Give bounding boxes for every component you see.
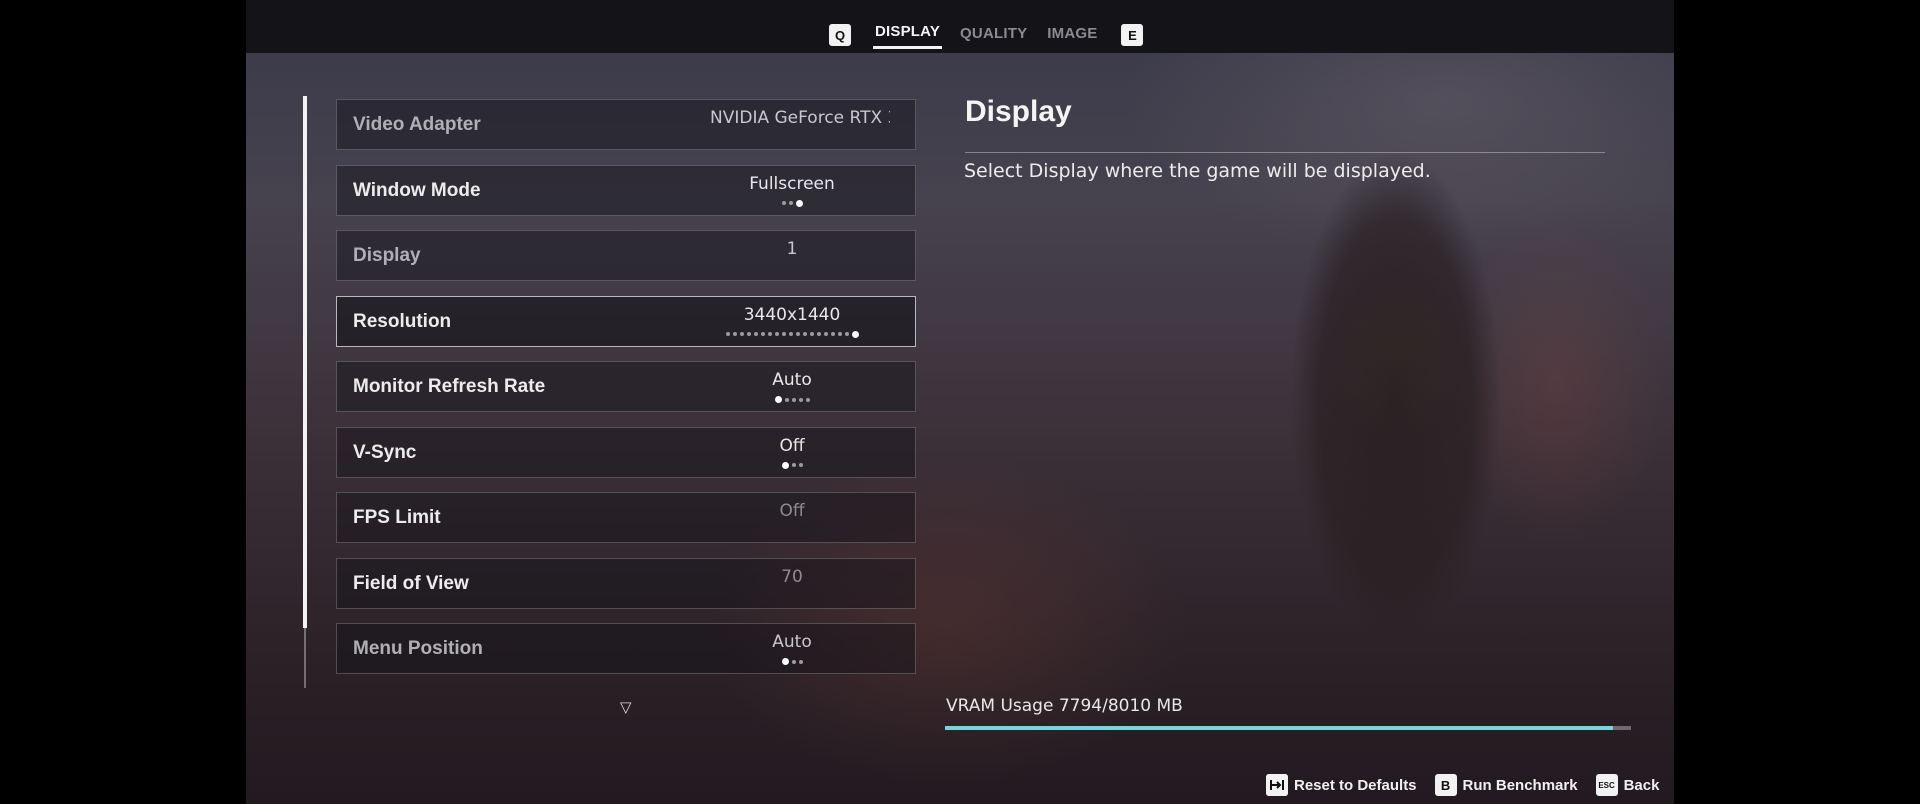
- scrollbar-thumb[interactable]: [303, 96, 307, 628]
- info-title: Display: [965, 95, 1072, 128]
- option-dot: [844, 332, 849, 336]
- option-dot: [767, 332, 772, 336]
- run-benchmark-button[interactable]: B Run Benchmark: [1434, 774, 1578, 796]
- tab-image[interactable]: IMAGE: [1045, 23, 1099, 48]
- reset-defaults-button[interactable]: Reset to Defaults: [1266, 774, 1417, 796]
- option-dot: [795, 332, 800, 336]
- setting-value: Off: [779, 435, 805, 456]
- next-tab-key[interactable]: E: [1121, 24, 1144, 46]
- setting-value: NVIDIA GeForce RTX 3: [710, 108, 890, 128]
- setting-label: Field of View: [353, 572, 469, 594]
- setting-row-monitor-refresh-rate[interactable]: Monitor Refresh Rate Auto: [336, 361, 916, 412]
- vram-usage-label: VRAM Usage 7794/8010 MB: [946, 696, 1183, 716]
- setting-row-field-of-view[interactable]: Field of View 70: [336, 557, 916, 609]
- option-dot: [823, 332, 828, 336]
- option-dot: [802, 332, 807, 336]
- option-dot: [791, 463, 796, 467]
- setting-row-resolution[interactable]: Resolution 3440x1440: [336, 295, 916, 347]
- option-dot: [809, 332, 814, 336]
- reset-defaults-label: Reset to Defaults: [1294, 776, 1417, 794]
- tab-display[interactable]: DISPLAY: [873, 21, 943, 49]
- option-dot: [781, 201, 786, 205]
- setting-value: 1: [786, 239, 798, 259]
- option-indicator: [707, 461, 877, 469]
- setting-label: Monitor Refresh Rate: [353, 376, 546, 397]
- option-dot: [837, 332, 842, 336]
- esc-key: ESC: [1595, 774, 1618, 796]
- vram-usage-bar: [945, 726, 1631, 730]
- option-dot: [732, 332, 737, 336]
- run-benchmark-label: Run Benchmark: [1462, 776, 1578, 794]
- option-dot: [746, 332, 751, 336]
- option-dot: [798, 463, 803, 467]
- option-indicator: [707, 658, 877, 665]
- option-dot: [791, 659, 796, 664]
- setting-value: Auto: [772, 370, 812, 390]
- setting-label: Menu Position: [353, 638, 483, 659]
- benchmark-key: B: [1434, 774, 1457, 796]
- back-label: Back: [1623, 776, 1660, 794]
- info-divider: [965, 152, 1605, 153]
- back-button[interactable]: ESC Back: [1595, 774, 1660, 796]
- option-dot: [725, 332, 730, 336]
- option-dot: [805, 397, 810, 402]
- reset-key-icon: [1266, 774, 1288, 796]
- setting-label: Window Mode: [353, 179, 481, 201]
- option-dot: [784, 397, 789, 402]
- prev-tab-key[interactable]: Q: [829, 24, 851, 46]
- option-dot-selected: [851, 330, 859, 338]
- setting-value: 3440x1440: [743, 304, 841, 325]
- option-dot-selected: [781, 461, 789, 469]
- triangle-down-icon[interactable]: ▽: [620, 698, 632, 716]
- option-dot: [760, 332, 765, 336]
- setting-value: Fullscreen: [749, 173, 835, 194]
- option-dot: [753, 332, 758, 336]
- option-dot: [774, 332, 779, 336]
- info-description: Select Display where the game will be di…: [964, 160, 1431, 182]
- setting-value: Auto: [772, 632, 812, 652]
- setting-label: Display: [353, 245, 421, 266]
- setting-label: V-Sync: [353, 441, 417, 463]
- setting-value: 70: [781, 566, 803, 587]
- vram-usage-fill: [945, 726, 1613, 730]
- option-dot: [788, 201, 793, 205]
- option-dot: [798, 659, 803, 664]
- option-dot: [739, 332, 744, 336]
- setting-row-display[interactable]: Display 1: [336, 230, 916, 281]
- setting-value: Off: [779, 501, 805, 521]
- setting-label: Resolution: [353, 310, 452, 332]
- option-indicator: [707, 330, 877, 338]
- option-dot: [791, 397, 796, 402]
- option-dot: [830, 332, 835, 336]
- option-dot-selected: [774, 396, 782, 403]
- option-dot: [781, 332, 786, 336]
- option-dot: [798, 397, 803, 402]
- setting-row-menu-position[interactable]: Menu Position Auto: [336, 623, 916, 674]
- setting-row-fps-limit[interactable]: FPS Limit Off: [336, 492, 916, 543]
- option-indicator: [707, 396, 877, 403]
- option-dot-selected: [781, 658, 789, 665]
- setting-row-video-adapter[interactable]: Video Adapter NVIDIA GeForce RTX 3: [336, 99, 916, 150]
- tab-quality[interactable]: QUALITY: [958, 23, 1029, 48]
- option-dot: [788, 332, 793, 336]
- setting-label: FPS Limit: [353, 507, 441, 528]
- setting-label: Video Adapter: [353, 114, 481, 135]
- option-indicator: [707, 199, 877, 207]
- setting-row-v-sync[interactable]: V-Sync Off: [336, 426, 916, 478]
- option-dot: [816, 332, 821, 336]
- settings-tabs: Q DISPLAY QUALITY IMAGE E: [829, 20, 1144, 50]
- footer-actions: Reset to Defaults B Run Benchmark ESC Ba…: [1266, 774, 1659, 796]
- setting-row-window-mode[interactable]: Window Mode Fullscreen: [336, 164, 916, 216]
- option-dot-selected: [795, 199, 803, 207]
